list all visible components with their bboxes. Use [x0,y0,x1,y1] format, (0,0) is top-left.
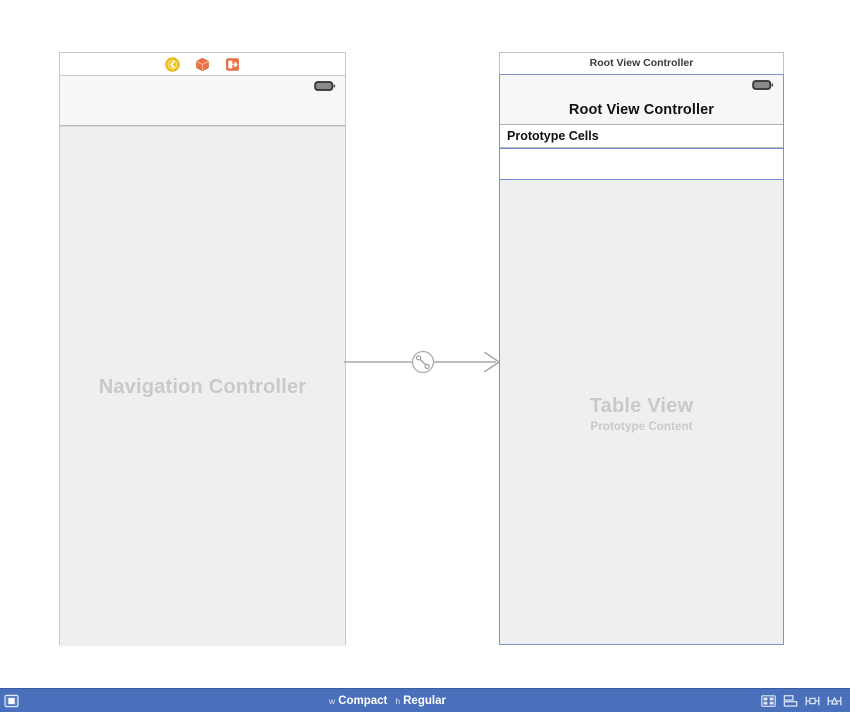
view-controller-icon[interactable] [165,56,180,72]
scene-title-root-view-controller: Root View Controller [499,52,784,74]
relationship-segue[interactable] [344,346,502,378]
navigation-bar-root-view-controller[interactable]: Root View Controller [500,95,783,125]
resolve-icon[interactable] [827,694,842,708]
status-bar-root-view-controller [500,75,783,95]
size-class-width-prefix: w [329,695,336,706]
bottom-bar-left-group [0,694,19,708]
document-outline-toggle[interactable] [4,694,19,708]
device-frame-navigation-controller: Navigation Controller [60,53,345,646]
battery-icon [752,80,774,90]
pin-icon[interactable] [805,694,820,708]
placeholder-block-nav: Navigation Controller [99,376,307,399]
stack-view-icon[interactable] [761,694,776,708]
table-section-header[interactable]: Prototype Cells [500,125,783,148]
size-class-height-value: Regular [403,694,446,707]
scene-dock-navigation-controller [60,53,345,76]
placeholder-title-nav: Navigation Controller [98,375,307,398]
size-class-indicator[interactable]: w Compact h Regular [19,695,761,707]
size-class-height-prefix: h [395,695,401,706]
first-responder-icon[interactable] [195,57,210,72]
bottom-configuration-bar[interactable]: w Compact h Regular [0,688,850,712]
content-placeholder-navigation-controller[interactable]: Navigation Controller [60,126,345,646]
device-frame-root-view-controller: Root View Controller Prototype Cells Tab… [499,74,784,645]
navigation-bar-navigation-controller[interactable] [60,96,345,126]
table-section-header-label: Prototype Cells [507,129,599,143]
bottom-bar-right-group [761,694,850,708]
content-placeholder-table-view[interactable]: Table View Prototype Content [500,180,783,644]
size-class-width-value: Compact [338,694,388,707]
navigation-bar-title-root: Root View Controller [568,101,715,118]
placeholder-block-table: Table View Prototype Content [590,395,694,433]
exit-icon[interactable] [225,57,240,72]
align-icon[interactable] [783,694,798,708]
status-bar-navigation-controller [60,76,345,96]
scene-navigation-controller[interactable]: Navigation Controller [59,52,346,646]
storyboard-canvas[interactable]: Navigation Controller Root View Controll… [0,0,850,688]
placeholder-title-table: Table View [589,395,694,417]
scene-root-view-controller[interactable]: Root View Controller Root View Controlle… [499,52,784,645]
prototype-cell[interactable] [500,148,783,180]
placeholder-subtitle-table: Prototype Content [590,421,693,433]
battery-icon [314,81,336,91]
